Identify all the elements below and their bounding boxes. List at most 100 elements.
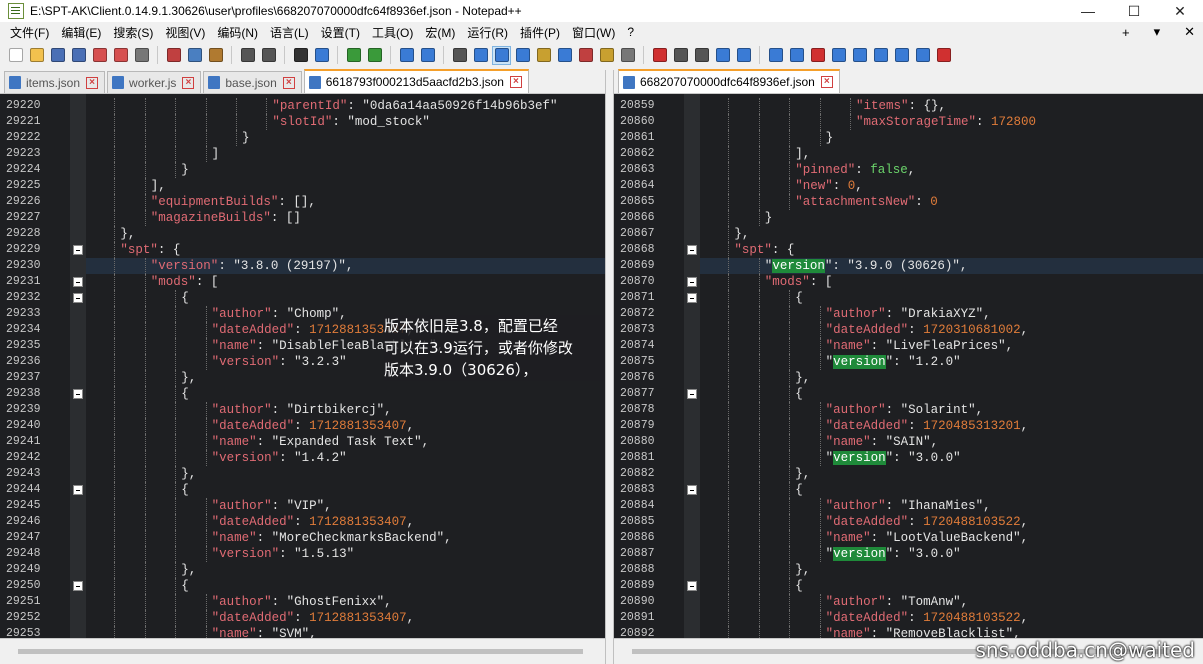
stop-record-button[interactable] (671, 46, 690, 65)
save-button[interactable] (48, 46, 67, 65)
menu-plugins[interactable]: 插件(P) (514, 24, 566, 41)
menu-window[interactable]: 窗口(W) (566, 24, 621, 41)
fold-toggle-icon[interactable] (73, 485, 83, 495)
find-button[interactable] (291, 46, 310, 65)
close-document-button[interactable]: ✕ (1184, 24, 1195, 40)
menu-tools[interactable]: 工具(O) (366, 24, 419, 41)
tab-profile-668207070000[interactable]: 668207070000dfc64f8936ef.json × (618, 69, 840, 93)
code-text: "name": "LootValueBackend", (826, 530, 1029, 546)
record-macro-icon (652, 48, 667, 62)
play-macro-button[interactable] (692, 46, 711, 65)
monitoring-button[interactable] (618, 46, 637, 65)
indent-guide (266, 114, 268, 130)
tab-items-json[interactable]: items.json × (4, 71, 106, 93)
paste-button[interactable] (206, 46, 225, 65)
word-wrap-button[interactable] (450, 46, 469, 65)
sync-horizontal-button[interactable] (418, 46, 437, 65)
menu-run[interactable]: 运行(R) (461, 24, 514, 41)
menu-edit[interactable]: 编辑(E) (55, 24, 107, 41)
tab-profile-6618793f[interactable]: 6618793f000213d5aacfd2b3.json × (303, 69, 529, 93)
code-text: "author": "Chomp", (212, 306, 347, 322)
udl-button[interactable] (513, 46, 532, 65)
menu-file[interactable]: 文件(F) (4, 24, 55, 41)
diff-nav-button[interactable] (913, 46, 932, 65)
fold-toggle-icon[interactable] (73, 581, 83, 591)
new-file-button[interactable] (6, 46, 25, 65)
copy-button[interactable] (185, 46, 204, 65)
record-macro-button[interactable] (650, 46, 669, 65)
menu-encoding[interactable]: 编码(N) (211, 24, 264, 41)
folder-workspace-button[interactable] (597, 46, 616, 65)
indent-guide (819, 402, 821, 418)
function-list-button[interactable] (576, 46, 595, 65)
doc-list-button[interactable] (555, 46, 574, 65)
compare-options-button[interactable] (787, 46, 806, 65)
code-line: { (700, 578, 1203, 594)
minimize-button[interactable]: — (1065, 0, 1111, 22)
save-all-button[interactable] (69, 46, 88, 65)
close-file-button[interactable] (90, 46, 109, 65)
code-token: "Dirtbikercj" (286, 403, 385, 417)
next-diff-button[interactable] (871, 46, 890, 65)
show-all-chars-button[interactable] (471, 46, 490, 65)
fold-toggle-icon[interactable] (73, 277, 83, 287)
prev-diff-button[interactable] (850, 46, 869, 65)
code-text: "slotId": "mod_stock" (272, 114, 430, 130)
fold-toggle-icon[interactable] (73, 389, 83, 399)
tab-close-icon[interactable]: × (182, 76, 195, 89)
close-button[interactable]: ✕ (1157, 0, 1203, 22)
fold-toggle-icon[interactable] (687, 389, 697, 399)
close-all-button[interactable] (111, 46, 130, 65)
replace-button[interactable] (312, 46, 331, 65)
undo-button[interactable] (238, 46, 257, 65)
compare-clear-button[interactable] (808, 46, 827, 65)
tab-worker-js[interactable]: worker.js × (107, 71, 202, 93)
cut-button[interactable] (164, 46, 183, 65)
scrollbar-thumb[interactable] (18, 649, 583, 654)
code-token: , (384, 403, 392, 417)
tab-base-json[interactable]: base.json × (203, 71, 302, 93)
code-text: { (795, 578, 803, 594)
menu-help[interactable]: ? (621, 25, 640, 39)
redo-button[interactable] (259, 46, 278, 65)
fold-toggle-icon[interactable] (687, 581, 697, 591)
menu-settings[interactable]: 设置(T) (315, 24, 366, 41)
doc-map-button[interactable] (534, 46, 553, 65)
save-macro-button[interactable] (734, 46, 753, 65)
menu-search[interactable]: 搜索(S) (107, 24, 159, 41)
print-button[interactable] (132, 46, 151, 65)
line-number: 29232 (6, 291, 41, 304)
tab-close-icon[interactable]: × (86, 76, 99, 89)
compare-tools-button[interactable] (934, 46, 953, 65)
run-macro-multiple-button[interactable] (713, 46, 732, 65)
maximize-button[interactable]: ☐ (1111, 0, 1157, 22)
fold-toggle-icon[interactable] (73, 293, 83, 303)
zoom-in-button[interactable] (344, 46, 363, 65)
compare-button[interactable] (766, 46, 785, 65)
menu-language[interactable]: 语言(L) (264, 24, 315, 41)
first-diff-button[interactable] (829, 46, 848, 65)
fold-toggle-icon[interactable] (687, 245, 697, 255)
fold-toggle-icon[interactable] (687, 485, 697, 495)
line-number: 29249 (6, 563, 41, 576)
last-diff-button[interactable] (892, 46, 911, 65)
indent-guide-button[interactable] (492, 45, 511, 65)
fold-toggle-icon[interactable] (687, 293, 697, 303)
fold-toggle-icon[interactable] (73, 245, 83, 255)
tab-close-icon[interactable]: × (509, 76, 522, 88)
code-line: "author": "GhostFenixx", (86, 594, 605, 610)
pane-splitter[interactable] (605, 70, 614, 664)
tab-list-dropdown-icon[interactable]: ▾ (1154, 24, 1161, 40)
right-code-editor[interactable]: "items": {}, "maxStorageTime": 172800}], "… (614, 94, 1203, 638)
open-file-button[interactable] (27, 46, 46, 65)
tab-close-icon[interactable]: × (820, 76, 833, 88)
add-tab-button[interactable]: + (1122, 25, 1130, 40)
menu-macro[interactable]: 宏(M) (419, 24, 461, 41)
code-area[interactable]: "items": {}, "maxStorageTime": 172800}], "… (700, 94, 1203, 638)
tab-close-icon[interactable]: × (282, 76, 295, 89)
zoom-out-button[interactable] (365, 46, 384, 65)
left-horizontal-scrollbar[interactable] (0, 638, 605, 664)
sync-vertical-button[interactable] (397, 46, 416, 65)
menu-view[interactable]: 视图(V) (159, 24, 211, 41)
fold-toggle-icon[interactable] (687, 277, 697, 287)
